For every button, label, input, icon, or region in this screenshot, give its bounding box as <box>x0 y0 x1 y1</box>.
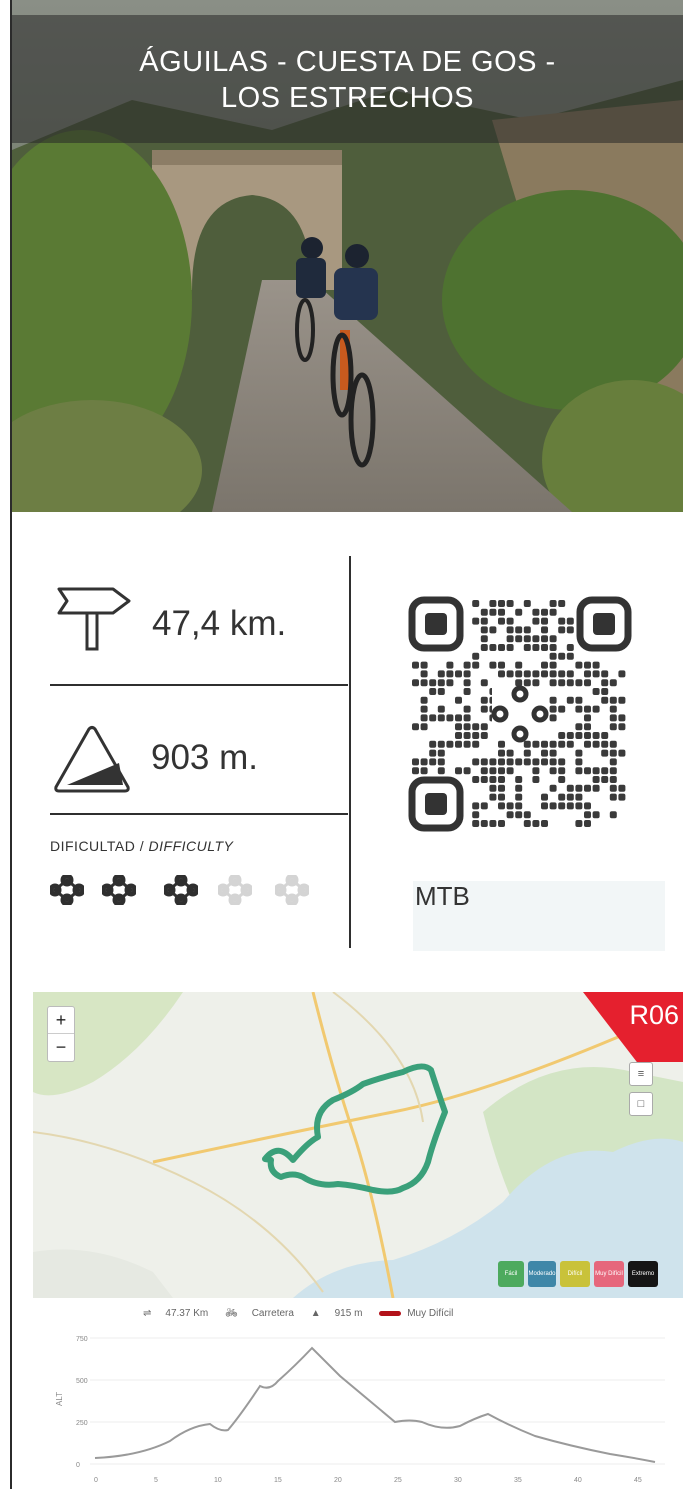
chain-link-icon-filled <box>102 875 136 905</box>
route-photo: ÁGUILAS - CUESTA DE GOS - LOS ESTRECHOS <box>12 0 683 512</box>
route-title-line2: LOS ESTRECHOS <box>220 82 475 114</box>
profile-surface: Carretera <box>251 1308 294 1319</box>
x-tick-label: 35 <box>514 1477 522 1484</box>
bike-icon: 🚲︎ <box>224 1308 238 1319</box>
profile-max-altitude: 915 m <box>334 1308 363 1319</box>
zoom-in-button[interactable]: + <box>48 1007 74 1034</box>
mountain-icon: ▲ <box>310 1308 321 1319</box>
y-tick-label: 0 <box>76 1462 80 1469</box>
map-legend-item: Fácil <box>498 1261 524 1287</box>
route-title: ÁGUILAS - CUESTA DE GOS - LOS ESTRECHOS <box>12 44 683 116</box>
x-tick-label: 45 <box>634 1477 642 1484</box>
elevation-value: 903 m. <box>151 738 258 777</box>
elevation-profile-chart: 750 500 250 0 0 5 10 15 20 25 30 35 40 45 ALT <box>55 1336 665 1484</box>
svg-text:ALT: ALT <box>55 1392 64 1406</box>
chain-link-icon-empty <box>218 875 252 905</box>
stats-divider-2 <box>50 813 348 815</box>
distance-icon: ⇌ <box>143 1308 152 1319</box>
chain-link-icon-filled <box>50 875 84 905</box>
route-type: MTB <box>415 881 470 911</box>
fullscreen-icon[interactable]: □ <box>629 1092 653 1116</box>
stats-divider-1 <box>50 684 348 686</box>
difficulty-bar-icon <box>379 1310 402 1316</box>
x-tick-label: 40 <box>574 1477 582 1484</box>
x-tick-label: 0 <box>94 1477 98 1484</box>
route-type-box: MTB <box>413 881 665 951</box>
difficulty-label: DIFICULTAD / DIFFICULTY <box>50 838 234 854</box>
elevation-legend: ⇌ 47.37 Km 🚲︎ Carretera ▲ 915 m Muy Difícil <box>143 1308 467 1319</box>
map-legend-item: Extremo <box>628 1261 658 1287</box>
qr-code[interactable] <box>408 596 633 833</box>
layers-icon[interactable]: ≡ <box>629 1062 653 1086</box>
route-map[interactable]: + − R06 ≡ □ Fácil Moderado Difícil Muy Difí… <box>33 992 683 1298</box>
x-tick-label: 25 <box>394 1477 402 1484</box>
map-legend-item: Muy Difícil <box>594 1261 624 1287</box>
map-legend-item: Moderado <box>528 1261 556 1287</box>
x-tick-label: 15 <box>274 1477 282 1484</box>
x-tick-label: 5 <box>154 1477 158 1484</box>
slope-icon <box>54 726 130 793</box>
zoom-control: + − <box>47 1006 75 1062</box>
chain-link-icon-empty <box>275 875 309 905</box>
y-tick-label: 250 <box>76 1420 88 1427</box>
x-tick-label: 10 <box>214 1477 222 1484</box>
y-tick-label: 750 <box>76 1336 88 1343</box>
distance-value: 47,4 km. <box>152 604 287 643</box>
x-tick-label: 20 <box>334 1477 342 1484</box>
chain-link-icon-filled <box>164 875 198 905</box>
profile-distance: 47.37 Km <box>165 1308 209 1319</box>
y-tick-label: 500 <box>76 1378 88 1385</box>
stats-divider-vertical <box>349 556 351 948</box>
profile-difficulty: Muy Difícil <box>407 1308 454 1319</box>
map-legend-item: Difícil <box>560 1261 590 1287</box>
route-title-line1: ÁGUILAS - CUESTA DE GOS - <box>139 46 556 78</box>
zoom-out-button[interactable]: − <box>48 1034 74 1060</box>
x-tick-label: 30 <box>454 1477 462 1484</box>
signpost-icon <box>57 587 131 651</box>
route-code: R06 <box>629 1000 679 1030</box>
